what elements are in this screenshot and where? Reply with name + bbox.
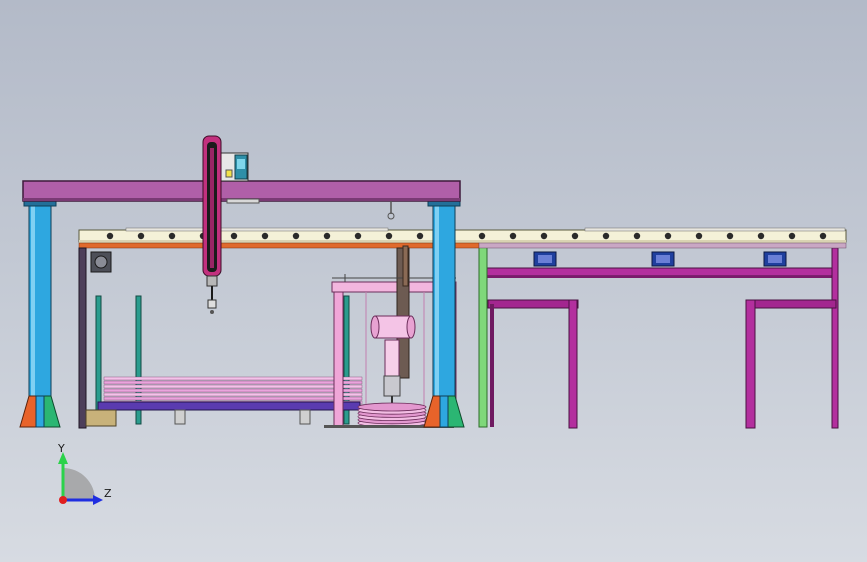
pallet-foot [299, 409, 311, 425]
roller [664, 232, 672, 240]
roller [106, 232, 114, 240]
sheet [103, 384, 363, 389]
roller [633, 232, 641, 240]
coordinate-triad: Y Z [57, 442, 112, 505]
roller [695, 232, 703, 240]
z-arrow-head-icon [93, 495, 103, 505]
roller [230, 232, 238, 240]
z-axis-label: Z [104, 487, 112, 500]
roller [168, 232, 176, 240]
support-frame[interactable] [478, 246, 839, 429]
sheet [103, 380, 363, 385]
cad-viewport[interactable]: Y Z [0, 0, 867, 562]
roller [819, 232, 827, 240]
wheel [357, 402, 427, 412]
triad-plane-indicator [63, 468, 95, 500]
sheet-pallet [97, 401, 361, 411]
roller-conveyor[interactable] [78, 227, 847, 273]
sheet [103, 376, 363, 381]
sheet [103, 388, 363, 393]
sheet [103, 396, 363, 401]
pallet-foot [174, 409, 186, 425]
sheet [103, 392, 363, 397]
roller [478, 232, 486, 240]
roller [571, 232, 579, 240]
roller [788, 232, 796, 240]
pallet-block [85, 409, 117, 427]
roller [602, 232, 610, 240]
roller [354, 232, 362, 240]
roller [137, 232, 145, 240]
roller [509, 232, 517, 240]
cad-model-scene[interactable] [0, 0, 867, 562]
roller [323, 232, 331, 240]
support-post [402, 245, 409, 287]
roller [757, 232, 765, 240]
roller [292, 232, 300, 240]
wheel-stack[interactable] [357, 402, 427, 428]
roller [416, 232, 424, 240]
sheet-stack[interactable] [103, 376, 363, 405]
roller [385, 232, 393, 240]
x-axis-dot-icon [59, 496, 67, 504]
y-axis-label: Y [57, 442, 65, 455]
roller [540, 232, 548, 240]
roller [261, 232, 269, 240]
roller [726, 232, 734, 240]
